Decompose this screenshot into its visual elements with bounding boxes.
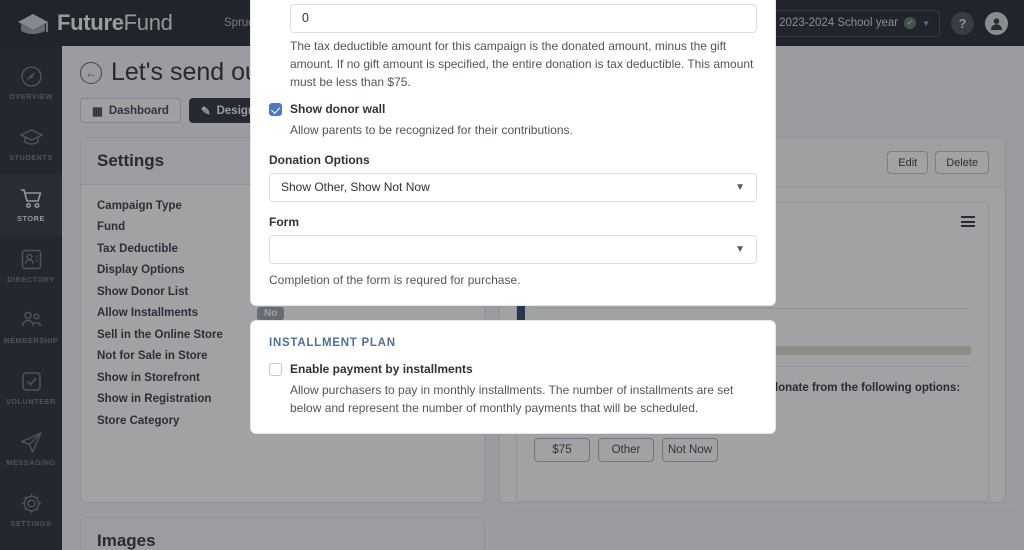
gift-amount-helper: The tax deductible amount for this campa… xyxy=(290,38,754,90)
donor-wall-row[interactable]: Show donor wall xyxy=(269,102,757,117)
form-label: Form xyxy=(269,214,299,229)
donor-wall-label: Show donor wall xyxy=(290,102,386,117)
form-select[interactable]: ▼ xyxy=(269,234,757,264)
installment-plan-section: INSTALLMENT PLAN Enable payment by insta… xyxy=(250,319,776,435)
installment-plan-title: INSTALLMENT PLAN xyxy=(269,336,396,349)
donation-options-label: Donation Options xyxy=(269,152,370,167)
donation-options-select[interactable]: Show Other, Show Not Now ▼ xyxy=(269,172,757,202)
installment-enable-helper: Allow purchasers to pay in monthly insta… xyxy=(290,382,734,416)
installment-enable-row[interactable]: Enable payment by installments xyxy=(269,362,757,377)
chevron-down-icon: ▼ xyxy=(735,181,745,193)
chevron-down-icon: ▼ xyxy=(735,243,745,255)
donation-options-value: Show Other, Show Not Now xyxy=(281,180,430,195)
campaign-settings-modal: Mark campaign as not available for sale … xyxy=(250,0,776,448)
donor-wall-helper: Allow parents to be recognized for their… xyxy=(290,123,573,138)
app-root: ← Let's send our 8 ▦ Dashboard ✎ Design … xyxy=(0,0,1024,550)
gift-amount-input[interactable]: 0 xyxy=(290,3,757,33)
installment-enable-checkbox[interactable] xyxy=(269,362,282,376)
advanced-options-section: ADVANCED OPTIONS This donation is tax de… xyxy=(250,0,776,306)
form-helper: Completion of the form is requred for pu… xyxy=(269,272,521,287)
donor-wall-checkbox[interactable] xyxy=(269,103,282,117)
installment-enable-label: Enable payment by installments xyxy=(290,361,473,376)
